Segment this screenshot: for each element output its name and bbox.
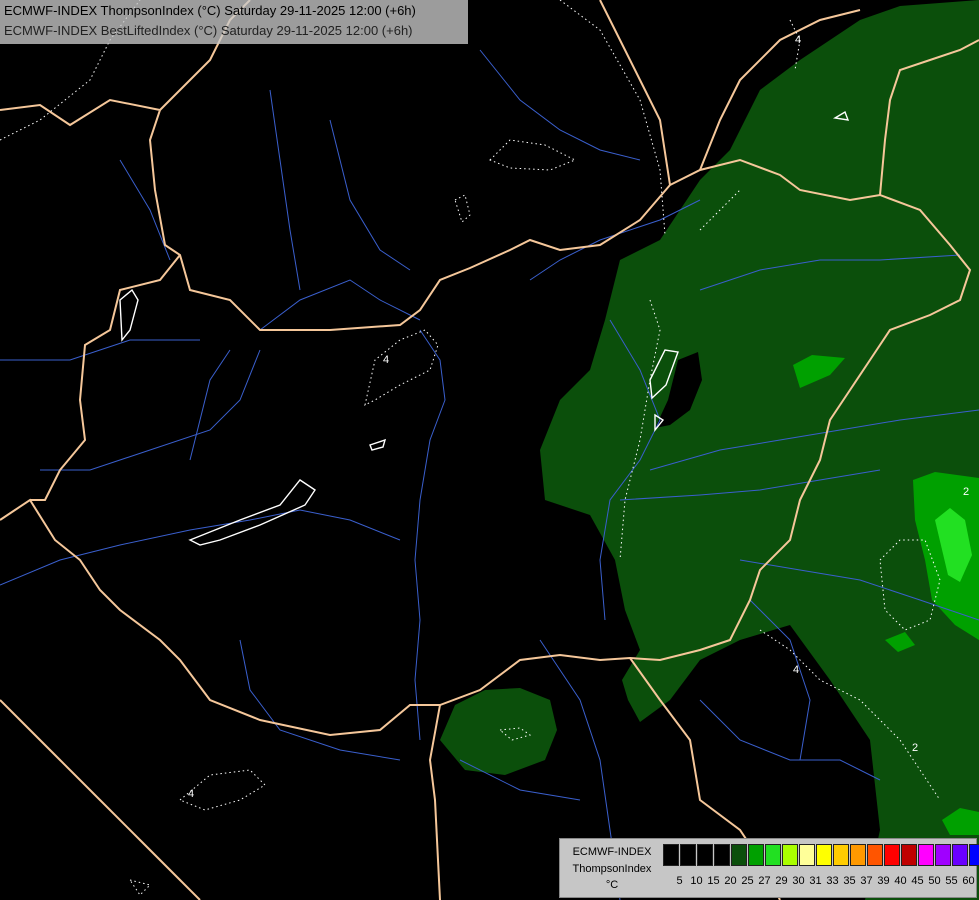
legend-swatches [663,844,979,866]
contour-label: 4 [795,34,802,46]
legend-tick-label: 15 [707,875,720,887]
title-line-best-lifted-index: ECMWF-INDEX BestLiftedIndex (°C) Saturda… [4,23,413,38]
legend-swatch [799,844,815,866]
legend-tick-label: 45 [911,875,924,887]
color-legend: ECMWF-INDEX ThompsonIndex °C 5 10 15 20 25 27… [559,838,979,898]
legend-tick-label: 29 [775,875,788,887]
legend-swatch [867,844,883,866]
legend-swatch [680,844,696,866]
legend-parameter: ThompsonIndex [572,863,652,875]
legend-tick-label: 25 [741,875,754,887]
legend-tick-label: 20 [724,875,737,887]
legend-tick-label: 40 [894,875,907,887]
legend-tick-label: 31 [809,875,822,887]
legend-swatch [952,844,968,866]
legend-tick-label: 35 [843,875,856,887]
title-box: ECMWF-INDEX ThompsonIndex (°C) Saturday … [0,0,468,44]
legend-swatch [697,844,713,866]
legend-tick-label: 55 [945,875,958,887]
legend-tick-label: 10 [690,875,703,887]
legend-swatch [969,844,979,866]
contour-label: 4 [188,788,195,800]
legend-swatch [901,844,917,866]
legend-swatch [918,844,934,866]
contour-label: 2 [912,742,919,754]
legend-unit: °C [605,879,619,891]
legend-model: ECMWF-INDEX [572,846,652,858]
legend-tick-label: 30 [792,875,805,887]
legend-tick-label: 50 [928,875,941,887]
legend-tick-label: 39 [877,875,890,887]
legend-swatch [782,844,798,866]
legend-ticks: 5 10 15 20 25 27 29 30 31 33 35 37 39 40 45 50 55 60 [663,875,977,887]
thompson-index-map [0,0,979,900]
legend-swatch [884,844,900,866]
contour-label: 4 [793,664,800,676]
title-line-thompson-index: ECMWF-INDEX ThompsonIndex (°C) Saturday … [4,3,416,18]
legend-swatch [850,844,866,866]
legend-tick-label: 33 [826,875,839,887]
legend-tick-label: 5 [676,875,683,887]
contour-label: 2 [963,486,970,498]
legend-swatch [765,844,781,866]
legend-swatch [833,844,849,866]
legend-tick-label: 27 [758,875,771,887]
legend-tick-label: 37 [860,875,873,887]
contour-label: 4 [383,354,390,366]
legend-swatch [714,844,730,866]
legend-swatch [816,844,832,866]
legend-swatch [663,844,679,866]
legend-swatch [748,844,764,866]
legend-swatch [731,844,747,866]
legend-tick-label: 60 [962,875,975,887]
legend-swatch [935,844,951,866]
